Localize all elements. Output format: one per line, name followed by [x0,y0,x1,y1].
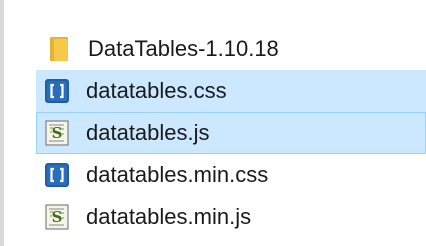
file-name: datatables.min.css [86,162,269,187]
file-list-item-min-js[interactable]: S datatables.min.js [36,196,426,238]
svg-text:S: S [52,208,63,226]
file-explorer-pane: DataTables-1.10.18 datatables.css S data… [0,0,426,246]
file-name: DataTables-1.10.18 [88,36,279,61]
css-file-icon [44,162,70,188]
js-file-icon: S [44,120,70,146]
file-list-item-js[interactable]: S datatables.js [36,112,426,154]
file-name: datatables.js [86,120,210,145]
file-list: DataTables-1.10.18 datatables.css S data… [36,28,426,238]
css-file-icon [44,78,70,104]
file-name: datatables.min.js [86,204,252,229]
navigation-pane-divider[interactable] [0,0,4,246]
file-list-item-min-css[interactable]: datatables.min.css [36,154,426,196]
file-name: datatables.css [86,78,227,103]
file-list-item-css[interactable]: datatables.css [36,70,426,112]
folder-icon [50,37,68,61]
js-file-icon: S [44,204,70,230]
file-list-item-folder[interactable]: DataTables-1.10.18 [36,28,396,70]
svg-text:S: S [52,124,63,142]
